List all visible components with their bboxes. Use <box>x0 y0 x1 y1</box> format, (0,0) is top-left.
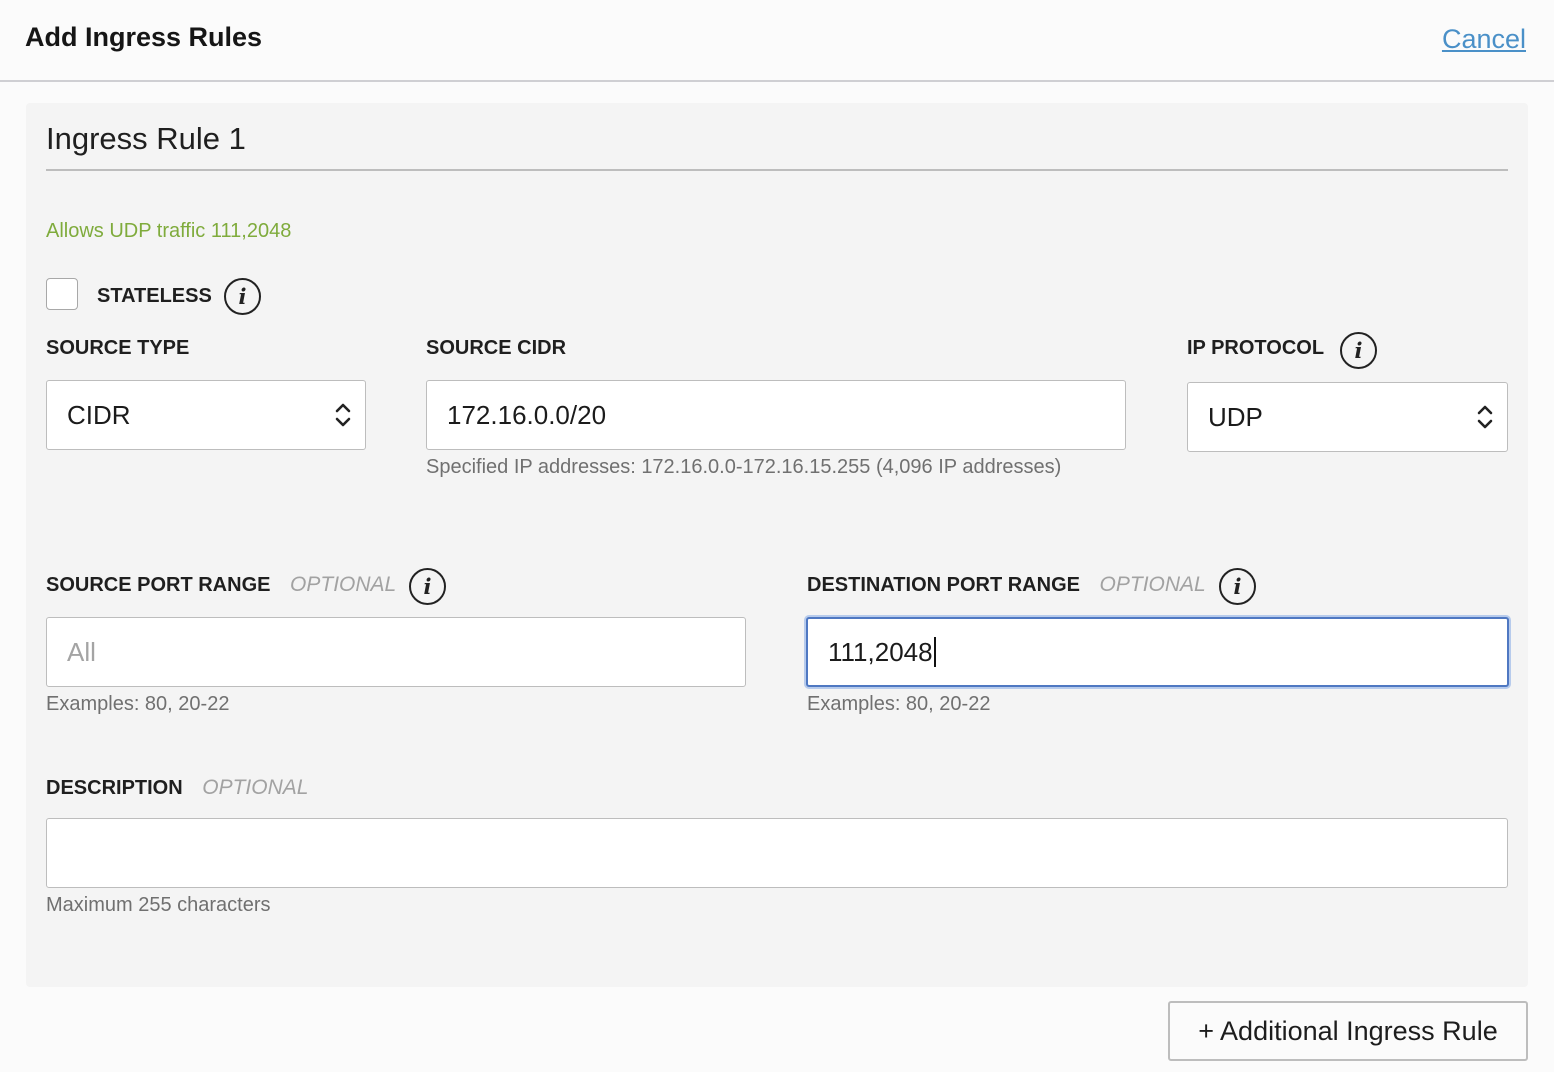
destination-port-range-value: 111,2048 <box>828 636 933 667</box>
description-help: Maximum 255 characters <box>46 894 271 916</box>
stateless-checkbox[interactable] <box>46 278 78 310</box>
text-caret <box>933 637 936 667</box>
source-port-range-label: SOURCE PORT RANGE OPTIONAL <box>46 573 396 597</box>
source-port-range-placeholder: All <box>67 636 96 667</box>
optional-tag: OPTIONAL <box>1099 573 1206 596</box>
ip-protocol-label: IP PROTOCOL <box>1187 337 1325 359</box>
optional-tag: OPTIONAL <box>290 573 397 596</box>
source-type-select[interactable]: CIDR <box>46 380 366 450</box>
optional-tag: OPTIONAL <box>202 776 309 799</box>
destination-port-range-input[interactable]: 111,2048 <box>806 617 1509 687</box>
ip-protocol-select[interactable]: UDP <box>1187 382 1508 452</box>
info-icon[interactable]: i <box>224 278 261 315</box>
stateless-label: STATELESS <box>97 285 212 307</box>
rule-summary: Allows UDP traffic 111,2048 <box>46 220 292 242</box>
description-input[interactable] <box>46 818 1508 888</box>
source-cidr-input[interactable]: 172.16.0.0/20 <box>426 380 1126 450</box>
source-port-range-input[interactable]: All <box>46 617 746 687</box>
destination-port-range-label-text: DESTINATION PORT RANGE <box>807 574 1080 596</box>
source-type-value: CIDR <box>67 399 131 430</box>
chevron-updown-icon <box>1477 405 1493 429</box>
add-ingress-rule-button[interactable]: + Additional Ingress Rule <box>1168 1001 1528 1061</box>
ingress-rule-panel: Ingress Rule 1 Allows UDP traffic 111,20… <box>26 103 1528 987</box>
chevron-updown-icon <box>335 403 351 427</box>
description-label: DESCRIPTION OPTIONAL <box>46 776 308 800</box>
description-label-text: DESCRIPTION <box>46 777 183 799</box>
destination-port-range-label: DESTINATION PORT RANGE OPTIONAL <box>807 573 1206 597</box>
rule-title: Ingress Rule 1 <box>46 121 246 156</box>
cancel-link[interactable]: Cancel <box>1442 24 1526 55</box>
info-icon[interactable]: i <box>1219 568 1256 605</box>
info-icon[interactable]: i <box>1340 332 1377 369</box>
info-icon[interactable]: i <box>409 568 446 605</box>
rule-divider <box>46 169 1508 171</box>
destination-port-range-help: Examples: 80, 20-22 <box>807 693 991 715</box>
ip-protocol-value: UDP <box>1208 401 1263 432</box>
source-port-range-help: Examples: 80, 20-22 <box>46 693 230 715</box>
source-cidr-value: 172.16.0.0/20 <box>447 399 607 430</box>
source-cidr-help: Specified IP addresses: 172.16.0.0-172.1… <box>426 456 1062 478</box>
dialog-header: Add Ingress Rules Cancel <box>0 0 1554 82</box>
dialog-title: Add Ingress Rules <box>25 22 263 52</box>
source-type-label: SOURCE TYPE <box>46 337 190 359</box>
source-cidr-label: SOURCE CIDR <box>426 337 567 359</box>
source-port-range-label-text: SOURCE PORT RANGE <box>46 574 271 596</box>
